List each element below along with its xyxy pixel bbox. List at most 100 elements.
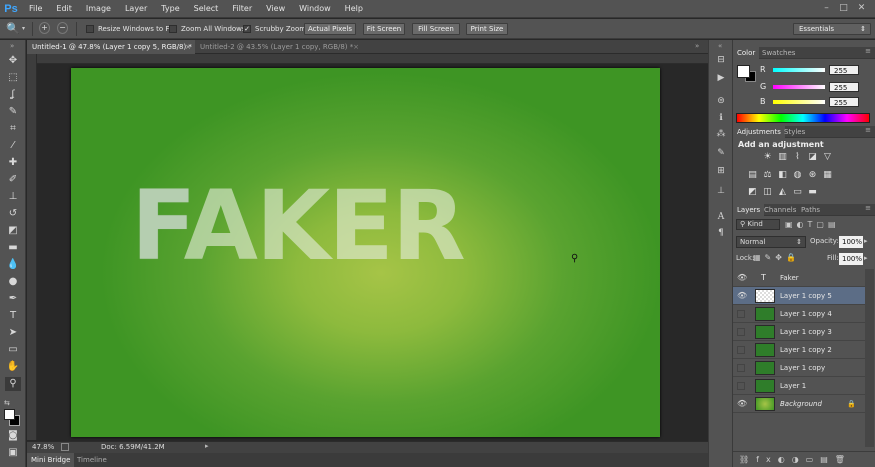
gradient-tool-icon[interactable]: ▬ (5, 241, 21, 255)
tab-color[interactable]: Color (733, 47, 760, 59)
menu-edit[interactable]: Edit (49, 0, 79, 18)
tab-untitled-1[interactable]: Untitled-1 @ 47.8% (Layer 1 copy 5, RGB/… (27, 40, 195, 54)
menu-layer[interactable]: Layer (118, 0, 154, 18)
visibility-box[interactable] (737, 382, 745, 390)
hand-tool-icon[interactable]: ✋ (5, 360, 21, 374)
visibility-eye-icon[interactable]: 👁 (737, 287, 747, 305)
opacity-input[interactable]: 100% (839, 236, 863, 248)
status-menu-arrow-icon[interactable]: ▸ (205, 442, 209, 450)
foreground-color-swatch[interactable] (737, 65, 750, 78)
layer-filter-select[interactable]: ⚲ Kind (736, 219, 780, 230)
info-icon[interactable]: ℹ (714, 112, 728, 125)
close-button[interactable]: ✕ (855, 2, 868, 14)
actual-pixels-button[interactable]: Actual Pixels (304, 23, 356, 35)
layer-row[interactable]: Layer 1 copy 3 (733, 323, 865, 341)
tab-mini-bridge[interactable]: Mini Bridge (27, 453, 75, 467)
status-icon[interactable] (61, 443, 69, 451)
checkbox-box[interactable] (169, 25, 177, 33)
menu-select[interactable]: Select (187, 0, 226, 18)
swap-colors-icon[interactable]: ⇆ (4, 399, 10, 407)
visibility-box[interactable] (737, 310, 745, 318)
layers-scrollbar[interactable] (865, 269, 874, 447)
brightness-icon[interactable]: ☀ (762, 152, 773, 162)
healing-brush-tool-icon[interactable]: ✚ (5, 156, 21, 170)
zoom-all-windows-checkbox[interactable]: Zoom All Windows (169, 24, 246, 34)
history-icon[interactable]: ⊟ (714, 54, 728, 67)
tabs-overflow-icon[interactable]: » (695, 42, 699, 50)
panel-menu-icon[interactable]: ≡ (865, 204, 871, 212)
quick-mask-icon[interactable]: ◙ (5, 429, 21, 443)
r-value-input[interactable]: 255 (829, 65, 859, 75)
checkmark-icon[interactable]: ✓ (243, 25, 251, 33)
fit-screen-button[interactable]: Fit Screen (363, 23, 405, 35)
tab-channels[interactable]: Channels (760, 204, 800, 216)
screen-mode-icon[interactable]: ▣ (5, 446, 21, 460)
document-canvas[interactable]: FAKER ⚲ (71, 68, 660, 437)
black-white-icon[interactable]: ◧ (777, 170, 788, 180)
foreground-color-swatch[interactable] (4, 409, 15, 420)
shape-tool-icon[interactable]: ▭ (5, 343, 21, 357)
color-spectrum-ramp[interactable] (736, 113, 870, 123)
collapse-icon[interactable]: » (10, 42, 14, 50)
type-tool-icon[interactable]: T (5, 309, 21, 323)
marquee-tool-icon[interactable]: ⬚ (5, 71, 21, 85)
menu-file[interactable]: File (22, 0, 49, 18)
menu-image[interactable]: Image (79, 0, 118, 18)
layer-row[interactable]: Layer 1 copy 2 (733, 341, 865, 359)
brush-presets-icon[interactable]: ⁂ (714, 128, 728, 141)
move-tool-icon[interactable]: ✥ (5, 54, 21, 68)
brush-tool-icon[interactable]: ✐ (5, 173, 21, 187)
eyedropper-tool-icon[interactable]: ⁄ (5, 139, 21, 153)
paragraph-icon[interactable]: ¶ (714, 227, 728, 240)
panel-menu-icon[interactable]: ≡ (865, 47, 871, 55)
visibility-box[interactable] (737, 364, 745, 372)
zoom-level[interactable]: 47.8% (32, 443, 54, 451)
print-size-button[interactable]: Print Size (466, 23, 508, 35)
fill-screen-button[interactable]: Fill Screen (412, 23, 460, 35)
panel-menu-icon[interactable]: ≡ (865, 126, 871, 134)
menu-type[interactable]: Type (154, 0, 186, 18)
g-value-input[interactable]: 255 (829, 82, 859, 92)
exposure-icon[interactable]: ◪ (807, 152, 818, 162)
selective-color-icon[interactable]: ▭ (792, 187, 803, 197)
pen-tool-icon[interactable]: ✒ (5, 292, 21, 306)
vibrance-icon[interactable]: ▽ (822, 152, 833, 162)
tab-timeline[interactable]: Timeline (73, 453, 111, 467)
menu-filter[interactable]: Filter (225, 0, 259, 18)
r-slider[interactable] (773, 68, 825, 72)
quick-selection-tool-icon[interactable]: ✎ (5, 105, 21, 119)
layer-row[interactable]: Layer 1 (733, 377, 865, 395)
lasso-tool-icon[interactable]: ʆ (5, 88, 21, 102)
tab-untitled-2[interactable]: Untitled-2 @ 43.5% (Layer 1 copy, RGB/8)… (195, 40, 363, 54)
checkbox-box[interactable] (86, 25, 94, 33)
menu-view[interactable]: View (259, 0, 292, 18)
filter-type-icons[interactable]: ▣◐T▢▤ (785, 220, 840, 229)
maximize-button[interactable]: □ (837, 2, 850, 14)
tab-paths[interactable]: Paths (797, 204, 824, 216)
layers-footer-icons[interactable]: ⛓fx◐◑▭▤🗑 (733, 451, 875, 467)
character-icon[interactable]: A (714, 211, 728, 224)
fill-arrow-icon[interactable]: ▸ (864, 254, 868, 262)
visibility-eye-icon[interactable]: 👁 (737, 395, 747, 413)
channel-mixer-icon[interactable]: ⊛ (807, 170, 818, 180)
blend-mode-select[interactable]: Normal ⇕ (736, 236, 806, 248)
workspace-select[interactable]: Essentials ⇕ (793, 23, 871, 35)
b-value-input[interactable]: 255 (829, 97, 859, 107)
clone-stamp-tool-icon[interactable]: ⊥ (5, 190, 21, 204)
brush-icon[interactable]: ✎ (714, 147, 728, 160)
collapse-icon[interactable]: « (718, 42, 722, 50)
zoom-out-icon[interactable]: − (57, 22, 68, 34)
visibility-box[interactable] (737, 328, 745, 336)
close-icon[interactable]: × (353, 40, 359, 54)
menu-help[interactable]: Help (338, 0, 370, 18)
resize-windows-checkbox[interactable]: Resize Windows to Fit (86, 24, 174, 34)
tab-swatches[interactable]: Swatches (758, 47, 799, 59)
tab-adjustments[interactable]: Adjustments (733, 126, 785, 138)
eraser-tool-icon[interactable]: ◩ (5, 224, 21, 238)
tool-presets-icon[interactable]: ⊥ (714, 185, 728, 198)
photo-filter-icon[interactable]: ◍ (792, 170, 803, 180)
layer-row[interactable]: Layer 1 copy 4 (733, 305, 865, 323)
curves-icon[interactable]: ⌇ (792, 152, 803, 162)
zoom-in-icon[interactable]: + (39, 22, 50, 34)
lock-icons[interactable]: ▦✎✥🔒 (753, 253, 800, 262)
